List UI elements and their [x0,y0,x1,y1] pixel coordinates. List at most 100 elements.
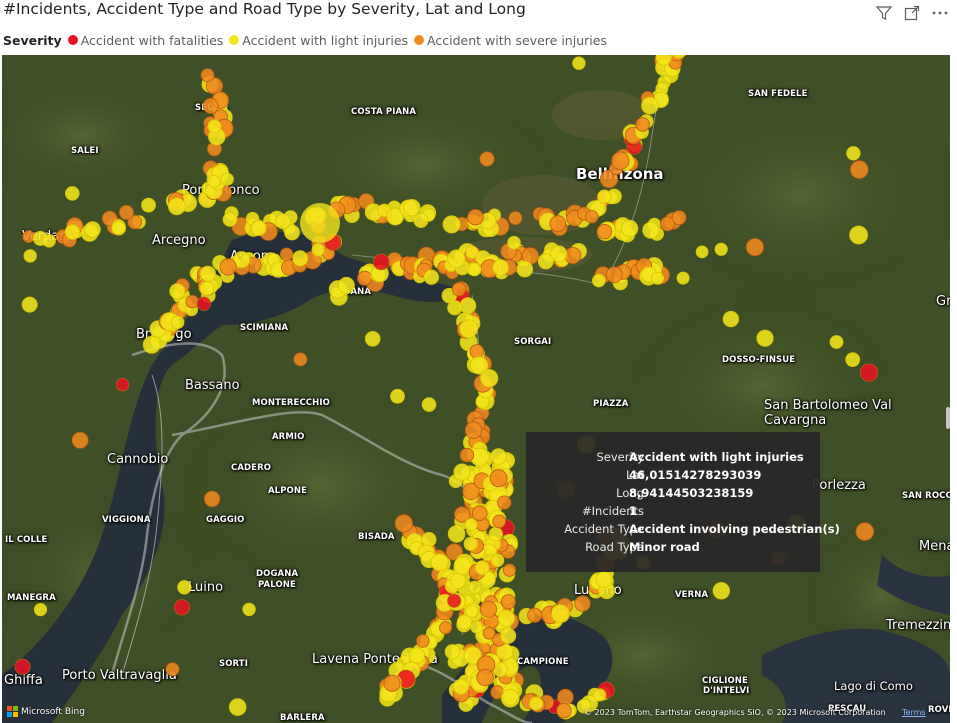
incident-marker[interactable] [829,335,844,349]
incident-marker[interactable] [497,609,515,627]
incident-marker[interactable] [220,172,234,186]
incident-marker[interactable] [507,235,521,250]
incident-marker[interactable] [476,668,494,687]
incident-marker[interactable] [855,522,875,541]
incident-marker[interactable] [671,210,687,226]
incident-marker[interactable] [465,604,479,618]
incident-marker[interactable] [383,674,401,692]
filter-icon[interactable] [875,4,893,22]
incident-markers[interactable] [2,55,950,723]
incident-marker[interactable] [447,525,466,543]
incident-marker[interactable] [430,553,449,572]
incident-marker[interactable] [502,563,517,577]
incident-marker[interactable] [471,505,488,522]
incident-marker[interactable] [490,553,505,568]
incident-marker[interactable] [111,220,126,236]
incident-marker[interactable] [452,678,469,695]
incident-marker[interactable] [453,463,471,481]
incident-marker[interactable] [444,644,460,660]
map-canvas[interactable]: Verdasio Arcegno Porto Ronco Ascona Bris… [2,55,950,723]
incident-marker[interactable] [84,221,101,238]
incident-marker[interactable] [421,531,437,548]
incident-marker[interactable] [203,490,221,508]
incident-marker[interactable] [463,536,478,551]
incident-marker[interactable] [492,259,509,276]
more-options-icon[interactable] [931,4,949,22]
incident-marker[interactable] [489,469,508,488]
incident-marker[interactable] [311,243,325,257]
incident-marker[interactable] [651,271,665,285]
incident-marker[interactable] [556,702,572,719]
incident-marker[interactable] [596,223,613,240]
legend-item-light-injuries[interactable]: Accident with light injuries [229,33,408,48]
incident-marker[interactable] [527,607,543,623]
incident-marker[interactable] [394,514,413,533]
focus-mode-icon[interactable] [903,4,921,22]
incident-marker[interactable] [845,352,861,368]
incident-marker[interactable] [756,329,774,347]
incident-marker[interactable] [337,276,355,294]
incident-marker[interactable] [118,204,134,220]
incident-marker[interactable] [403,198,421,217]
incident-marker[interactable] [459,447,475,463]
incident-marker[interactable] [228,698,247,716]
incident-marker[interactable] [293,352,308,367]
incident-marker[interactable] [642,221,660,239]
incident-marker[interactable] [170,315,185,330]
incident-marker[interactable] [364,330,381,347]
incident-marker[interactable] [474,560,490,576]
incident-marker[interactable] [464,518,478,532]
incident-marker[interactable] [500,627,517,644]
incident-marker[interactable] [33,602,48,617]
incident-marker[interactable] [169,283,186,300]
incident-marker[interactable] [500,688,520,708]
legend-item-severe-injuries[interactable]: Accident with severe injuries [414,33,607,48]
incident-marker[interactable] [357,270,373,286]
incident-marker[interactable] [207,175,221,189]
incident-marker[interactable] [641,96,659,115]
incident-marker[interactable] [300,203,340,243]
incident-marker[interactable] [470,620,484,634]
incident-marker[interactable] [222,212,238,227]
incident-marker[interactable] [459,297,477,314]
incident-marker[interactable] [529,696,544,711]
incident-marker[interactable] [492,514,507,529]
incident-marker[interactable] [745,238,765,257]
incident-marker[interactable] [488,527,504,542]
incident-marker[interactable] [447,593,462,608]
incident-marker[interactable] [14,658,31,675]
incident-marker[interactable] [611,151,630,170]
incident-marker[interactable] [695,245,709,259]
incident-marker[interactable] [279,247,294,262]
incident-marker[interactable] [141,197,156,213]
incident-marker[interactable] [585,209,599,224]
incident-marker[interactable] [591,273,606,288]
incident-marker[interactable] [199,265,216,282]
incident-marker[interactable] [557,688,574,706]
map-scroll-handle[interactable] [946,407,950,429]
incident-marker[interactable] [480,369,499,388]
incident-marker[interactable] [620,219,639,238]
incident-marker[interactable] [574,595,591,612]
incident-marker[interactable] [408,647,425,664]
incident-marker[interactable] [572,56,586,70]
incident-marker[interactable] [275,213,291,230]
incident-marker[interactable] [413,212,429,228]
incident-marker[interactable] [849,160,869,179]
incident-marker[interactable] [421,397,437,412]
incident-marker[interactable] [508,211,523,226]
incident-marker[interactable] [453,556,472,575]
incident-marker[interactable] [676,271,690,285]
incident-marker[interactable] [65,186,80,201]
incident-marker[interactable] [550,245,568,263]
incident-marker[interactable] [597,189,612,204]
incident-marker[interactable] [177,580,192,595]
incident-marker[interactable] [423,269,439,285]
terms-link[interactable]: Terms [902,708,926,717]
incident-marker[interactable] [142,335,161,354]
incident-marker[interactable] [200,68,215,83]
incident-marker[interactable] [469,344,485,359]
incident-marker[interactable] [551,604,570,623]
incident-marker[interactable] [390,388,405,404]
incident-marker[interactable] [468,580,482,594]
